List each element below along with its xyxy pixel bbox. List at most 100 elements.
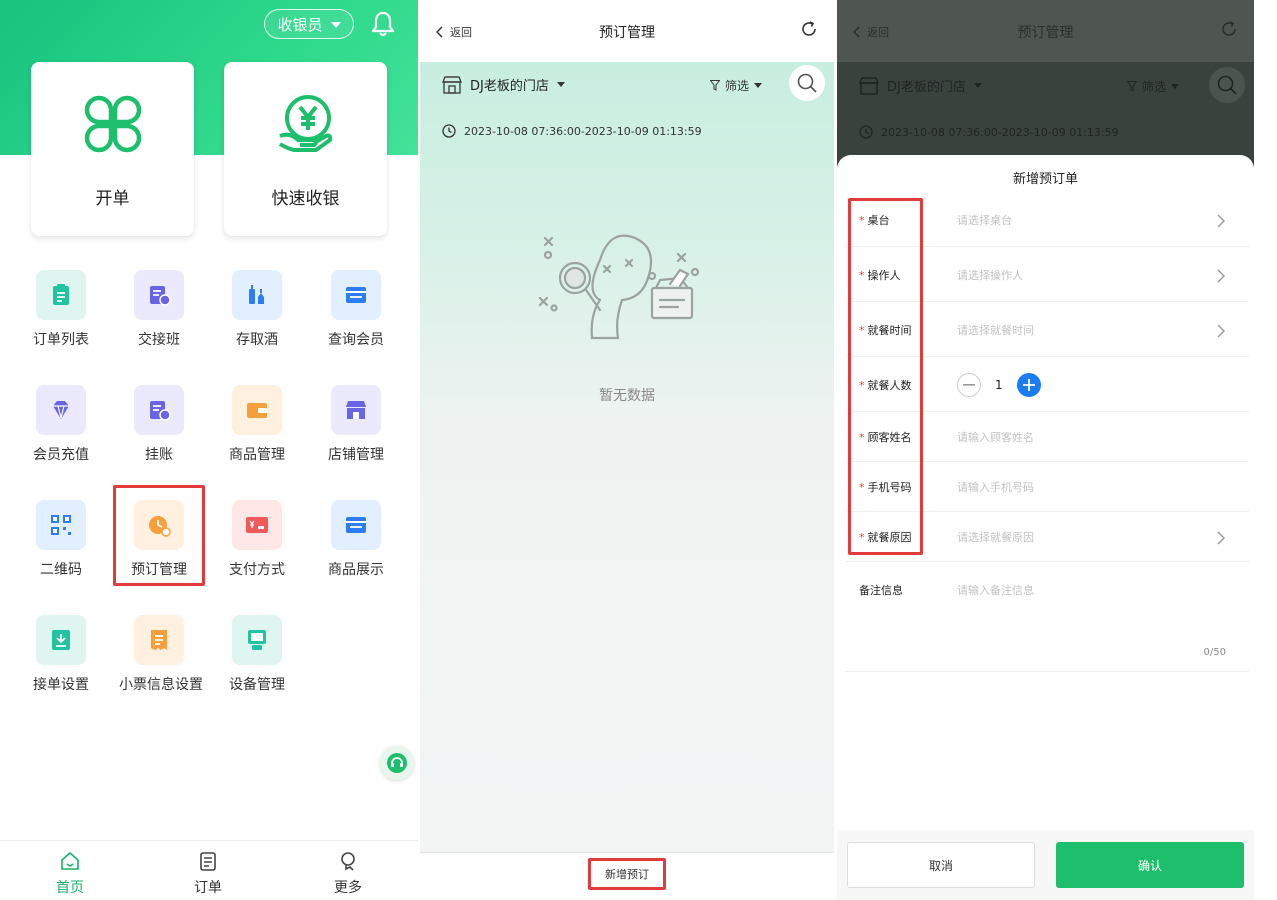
refresh-icon[interactable] xyxy=(800,20,818,42)
dimmed-background: 返回 预订管理 DJ老板的门店 筛选 2023-10-08 07:36:00-2… xyxy=(837,0,1254,170)
chevron-right-icon xyxy=(1217,213,1225,232)
content-background xyxy=(420,62,834,852)
tab-more[interactable]: 更多 xyxy=(308,849,388,897)
grid-item-label: 会员充值 xyxy=(33,447,89,463)
headset-icon xyxy=(387,753,407,773)
credit-icon xyxy=(134,385,184,435)
grid-item-shift-handover[interactable]: 交接班 xyxy=(119,270,199,360)
caret-down-icon xyxy=(556,82,565,87)
grid-item-wallet[interactable]: 商品管理 xyxy=(217,385,297,475)
panel-divider xyxy=(834,0,837,900)
order-list-icon xyxy=(36,270,86,320)
bell-icon[interactable] xyxy=(370,10,396,38)
wine-storage-icon xyxy=(232,270,282,320)
filter-button[interactable]: 筛选 xyxy=(710,77,763,94)
form-select[interactable]: 请选择操作人 xyxy=(957,267,1023,283)
grid-item-member-query[interactable]: 查询会员 xyxy=(316,270,396,360)
form-input[interactable]: 请输入顾客姓名 xyxy=(957,429,1034,445)
date-range-text: 2023-10-08 07:36:00-2023-10-09 01:13:59 xyxy=(464,124,702,138)
form-select[interactable]: 请选择就餐时间 xyxy=(957,322,1034,338)
new-reservation-screen: 返回 预订管理 DJ老板的门店 筛选 2023-10-08 07:36:00-2… xyxy=(837,0,1254,900)
caret-down-icon xyxy=(330,22,341,28)
grid-item-order-list[interactable]: 订单列表 xyxy=(21,270,101,360)
grid-item-label: 查询会员 xyxy=(328,332,384,348)
quick-checkout-label: 快速收银 xyxy=(271,189,340,209)
form-row[interactable]: 备注信息 请输入备注信息 xyxy=(845,562,1249,672)
form-input[interactable]: 请输入手机号码 xyxy=(957,479,1034,495)
filter-button[interactable]: 筛选 xyxy=(1127,78,1180,95)
qrcode-icon xyxy=(36,500,86,550)
panel-divider xyxy=(418,0,420,900)
tab-home-label: 首页 xyxy=(56,880,84,896)
grid-item-label: 商品展示 xyxy=(328,562,384,578)
customer-service-button[interactable] xyxy=(380,746,414,780)
search-button[interactable] xyxy=(789,65,825,101)
grid-item-credit[interactable]: 挂账 xyxy=(119,385,199,475)
shift-handover-icon xyxy=(134,270,184,320)
store-icon xyxy=(442,75,462,94)
highlight-box xyxy=(113,485,205,586)
grid-item-product-display[interactable]: 商品展示 xyxy=(316,500,396,590)
device-icon xyxy=(232,615,282,665)
grid-item-wine-storage[interactable]: 存取酒 xyxy=(217,270,297,360)
refresh-icon[interactable] xyxy=(1220,20,1238,42)
confirm-button[interactable]: 确认 xyxy=(1056,842,1244,888)
store-selector[interactable]: DJ老板的门店 xyxy=(442,75,565,94)
more-icon xyxy=(308,849,388,873)
cashier-role-dropdown[interactable]: 收银员 xyxy=(264,9,354,39)
caret-down-icon xyxy=(754,83,763,88)
grid-item-order-receive[interactable]: 接单设置 xyxy=(21,615,101,705)
store-selector[interactable]: DJ老板的门店 xyxy=(859,76,982,95)
grid-item-qrcode[interactable]: 二维码 xyxy=(21,500,101,590)
store-icon xyxy=(331,385,381,435)
grid-item-label: 二维码 xyxy=(40,562,82,578)
minus-icon[interactable] xyxy=(957,373,981,397)
chevron-right-icon xyxy=(1217,323,1225,342)
grid-item-label: 小票信息设置 xyxy=(119,677,203,693)
date-range[interactable]: 2023-10-08 07:36:00-2023-10-09 01:13:59 xyxy=(442,124,702,138)
guest-count-stepper[interactable]: 1 xyxy=(957,373,1041,397)
plus-icon[interactable] xyxy=(1016,373,1041,397)
tab-more-label: 更多 xyxy=(334,880,362,896)
grid-item-label: 接单设置 xyxy=(33,677,89,693)
grid-item-label: 商品管理 xyxy=(229,447,285,463)
product-display-icon xyxy=(331,500,381,550)
grid-item-device[interactable]: 设备管理 xyxy=(217,615,297,705)
date-range[interactable]: 2023-10-08 07:36:00-2023-10-09 01:13:59 xyxy=(859,125,1119,139)
wallet-icon xyxy=(232,385,282,435)
required-fields-highlight xyxy=(848,198,923,555)
grid-item-payment-card[interactable]: 支付方式 xyxy=(217,500,297,590)
caret-down-icon xyxy=(1171,84,1180,89)
add-reservation-button[interactable]: 新增预订 xyxy=(588,858,666,890)
form-select[interactable]: 请选择就餐原因 xyxy=(957,529,1034,545)
search-button[interactable] xyxy=(1209,67,1245,103)
chevron-right-icon xyxy=(1217,268,1225,287)
form-input[interactable]: 请输入备注信息 xyxy=(957,582,1034,598)
empty-state-illustration xyxy=(538,234,700,340)
tab-orders[interactable]: 订单 xyxy=(168,849,248,897)
grid-item-label: 店铺管理 xyxy=(328,447,384,463)
bottom-tab-bar: 首页 订单 更多 xyxy=(0,840,418,900)
cancel-button[interactable]: 取消 xyxy=(847,842,1035,888)
sheet-title: 新增预订单 xyxy=(1012,172,1078,187)
clock-icon xyxy=(859,125,873,139)
caret-down-icon xyxy=(973,83,982,88)
order-icon xyxy=(168,849,248,873)
open-order-card[interactable]: 开单 xyxy=(31,62,194,236)
filter-label: 筛选 xyxy=(725,79,750,93)
form-select[interactable]: 请选择桌台 xyxy=(957,212,1012,228)
grid-item-diamond[interactable]: 会员充值 xyxy=(21,385,101,475)
grid-item-receipt[interactable]: 小票信息设置 xyxy=(119,615,203,705)
chevron-right-icon xyxy=(1217,530,1225,549)
tab-orders-label: 订单 xyxy=(194,880,222,896)
grid-item-label: 交接班 xyxy=(138,332,180,348)
quick-checkout-card[interactable]: 快速收银 xyxy=(224,62,387,236)
page-title: 预订管理 xyxy=(599,25,655,41)
reservation-screen: 返回 预订管理 DJ老板的门店 筛选 2023-10-08 07:36:00-2… xyxy=(420,0,834,900)
grid-item-store[interactable]: 店铺管理 xyxy=(316,385,396,475)
tab-home[interactable]: 首页 xyxy=(30,849,110,897)
grid-item-label: 挂账 xyxy=(145,447,173,463)
clock-icon xyxy=(442,124,456,138)
diamond-icon xyxy=(36,385,86,435)
page-title: 预订管理 xyxy=(1017,25,1074,41)
